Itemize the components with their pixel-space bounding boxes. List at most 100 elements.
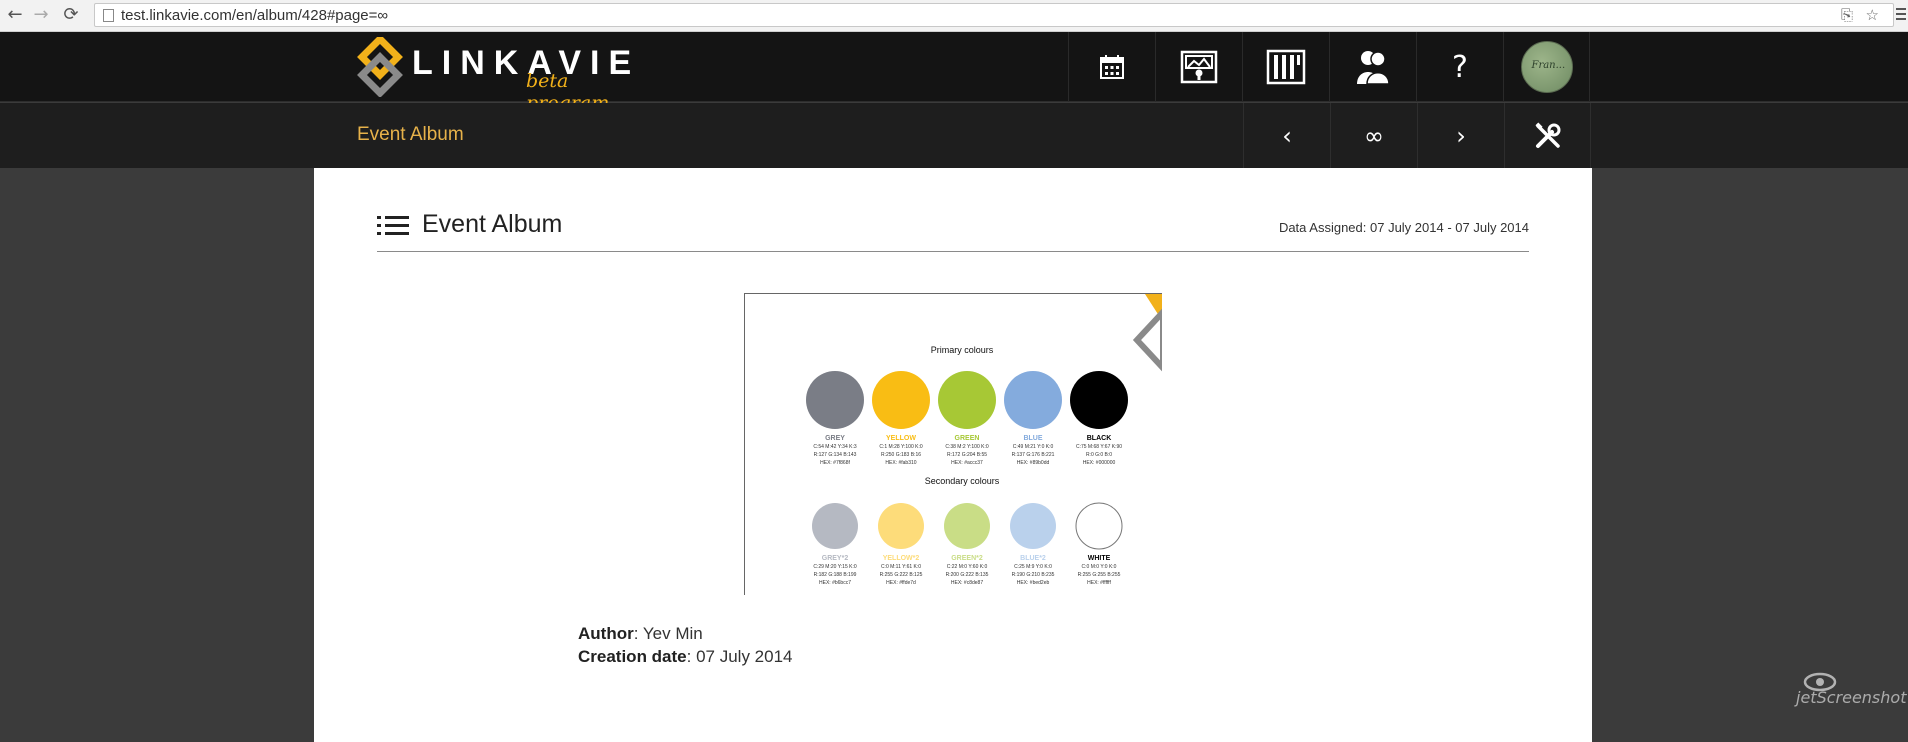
tools-button[interactable] (1504, 103, 1591, 168)
swatch-label: BLUE*2 (1020, 555, 1046, 562)
album-button[interactable] (1155, 32, 1242, 102)
swatch-label: C:1 M:28 Y:100 K:0 (879, 444, 922, 450)
watermark: jetScreenshot (1796, 672, 1906, 707)
swatch-grey-2 (812, 503, 858, 549)
forward-button[interactable]: → (30, 4, 52, 26)
section-title: Event Album (357, 124, 464, 145)
calendar-icon (1100, 55, 1124, 79)
avatar: Fran... (1520, 41, 1573, 93)
swatch-label: HEX: #bed2eb (1017, 580, 1050, 586)
swatch-label: R:200 G:222 B:135 (946, 572, 989, 578)
browser-menu-icon[interactable] (1896, 8, 1906, 22)
swatch-label: R:255 G:222 B:125 (880, 572, 923, 578)
swatch-grey (806, 371, 864, 429)
previous-page-button[interactable]: ‹ (1243, 103, 1330, 168)
author-label: Author (578, 624, 634, 643)
help-icon: ? (1452, 49, 1468, 85)
calendar-button[interactable] (1068, 32, 1155, 102)
swatch-label: HEX: #ffffff (1087, 580, 1111, 586)
profile-button[interactable]: Fran... (1503, 32, 1590, 102)
eye-logo-icon (1803, 672, 1837, 692)
swatch-label: BLUE (1023, 435, 1042, 442)
chevron-left-icon: ‹ (1282, 121, 1292, 150)
primary-heading: Primary colours (931, 345, 994, 355)
swatch-label: R:137 G:176 B:221 (1012, 452, 1055, 458)
url-text[interactable]: test.linkavie.com/en/album/428#page=∞ (121, 7, 388, 24)
swatch-label: R:250 G:183 B:16 (881, 452, 921, 458)
swatch-label: C:38 M:2 Y:100 K:0 (945, 444, 988, 450)
sub-header: Event Album ‹ ∞ › (0, 103, 1908, 168)
album-image[interactable]: Primary colours Secondary colours GREY C:… (744, 293, 1162, 595)
secondary-heading: Secondary colours (925, 476, 1000, 486)
list-icon[interactable] (377, 214, 409, 238)
swatch-label: HEX: #7f868f (820, 460, 850, 466)
swatch-label: HEX: #fab310 (885, 460, 916, 466)
swatch-label: HEX: #accc37 (951, 460, 983, 466)
browser-toolbar: ← → ⟳ test.linkavie.com/en/album/428#pag… (0, 0, 1908, 32)
swatch-label: YELLOW*2 (883, 555, 920, 562)
page-title: Event Album (422, 210, 563, 238)
contacts-button[interactable] (1329, 32, 1416, 102)
swatch-label: GREY*2 (822, 555, 849, 562)
tools-icon (1534, 121, 1560, 148)
swatch-yellow-2 (878, 503, 924, 549)
author-name: Yev Min (642, 624, 703, 643)
swatch-label: C:75 M:68 Y:67 K:90 (1076, 444, 1122, 450)
people-icon (1357, 51, 1390, 85)
swatch-label: C:0 M:11 Y:61 K:0 (881, 564, 921, 570)
creation-row: Creation date: 07 July 2014 (578, 647, 793, 666)
swatch-label: WHITE (1088, 555, 1111, 562)
swatch-green (938, 371, 996, 429)
chevron-right-icon: › (1456, 121, 1466, 150)
swatch-label: R:127 G:134 B:143 (814, 452, 857, 458)
infinity-icon: ∞ (1364, 121, 1384, 150)
creation-label: Creation date (578, 647, 687, 666)
page-icon (103, 9, 114, 22)
author-row: Author: Yev Min (578, 624, 703, 643)
date-range: Data Assigned: 07 July 2014 - 07 July 20… (1278, 220, 1529, 235)
swatch-white (1075, 502, 1123, 550)
creation-date: 07 July 2014 (696, 647, 793, 666)
swatch-label: GREEN (955, 435, 980, 442)
reload-button[interactable]: ⟳ (60, 4, 82, 26)
logo-mark-icon (357, 37, 403, 97)
address-bar[interactable]: test.linkavie.com/en/album/428#page=∞ ⎘ … (94, 3, 1894, 27)
next-page-button[interactable]: › (1417, 103, 1504, 168)
swatch-black (1070, 371, 1128, 429)
swatch-label: GREEN*2 (951, 555, 983, 562)
swatch-label: R:182 G:188 B:199 (814, 572, 857, 578)
swatch-label: YELLOW (886, 435, 916, 442)
help-button[interactable]: ? (1416, 32, 1503, 102)
content-header: Event Album Data Assigned: 07 July 2014 … (377, 208, 1529, 252)
translate-icon[interactable]: ⎘ (1841, 6, 1853, 24)
swatch-green-2 (944, 503, 990, 549)
swatch-label: R:0 G:0 B:0 (1086, 452, 1112, 458)
swatch-label: HEX: #c8de87 (951, 580, 983, 586)
swatch-label: HEX: #89b0dd (1017, 460, 1050, 466)
swatch-blue-2 (1010, 503, 1056, 549)
swatch-label: C:22 M:0 Y:60 K:0 (947, 564, 988, 570)
grid-bars-icon (1266, 49, 1306, 85)
back-button[interactable]: ← (4, 4, 26, 26)
swatch-label: R:172 G:204 B:55 (947, 452, 987, 458)
swatch-label: BLACK (1087, 435, 1112, 442)
swatch-label: HEX: #000000 (1083, 460, 1116, 466)
bookmark-star-icon[interactable]: ☆ (1866, 6, 1879, 24)
swatch-label: C:29 M:20 Y:15 K:0 (813, 564, 856, 570)
linkavie-logo[interactable]: LINKAVIE beta program (356, 32, 631, 114)
timeline-button[interactable] (1242, 32, 1329, 102)
swatch-label: R:255 G:255 B:255 (1078, 572, 1121, 578)
swatch-label: GREY (825, 435, 845, 442)
swatch-label: HEX: #b6bcc7 (819, 580, 851, 586)
locked-album-icon (1180, 50, 1218, 84)
main-content: Event Album Data Assigned: 07 July 2014 … (314, 168, 1592, 742)
site-header: LINKAVIE beta program (0, 32, 1908, 114)
swatch-label: C:25 M:9 Y:0 K:0 (1014, 564, 1052, 570)
all-pages-button[interactable]: ∞ (1330, 103, 1417, 168)
swatch-label: C:0 M:0 Y:0 K:0 (1082, 564, 1117, 570)
swatch-label: C:54 M:42 Y:34 K:3 (813, 444, 856, 450)
colour-palette-image: Primary colours Secondary colours GREY C:… (806, 294, 1162, 586)
avatar-signature: Fran... (1531, 60, 1566, 71)
swatch-label: C:49 M:21 Y:0 K:0 (1013, 444, 1054, 450)
swatch-yellow (872, 371, 930, 429)
